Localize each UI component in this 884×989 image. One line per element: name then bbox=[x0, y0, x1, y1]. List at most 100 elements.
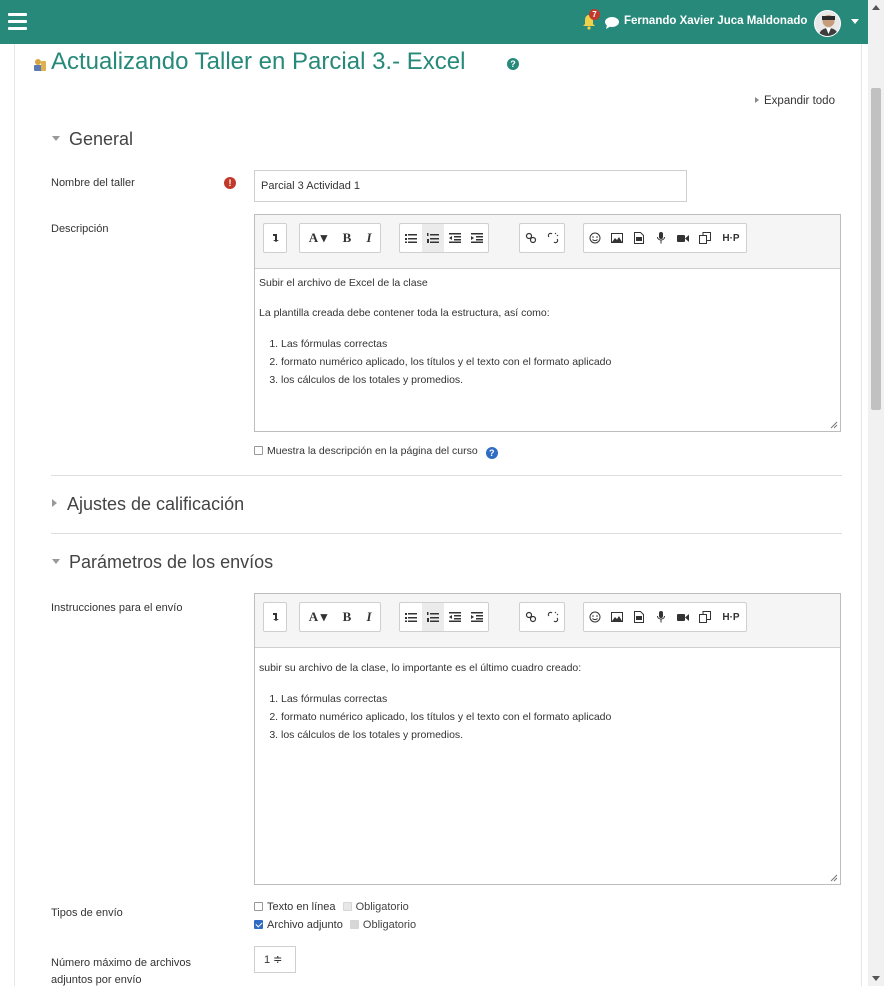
microphone-icon[interactable] bbox=[650, 603, 672, 631]
attachment-label: Archivo adjunto bbox=[267, 919, 343, 931]
section-submission-header[interactable]: Parámetros de los envíos bbox=[52, 552, 273, 573]
unordered-list-icon[interactable] bbox=[400, 603, 422, 631]
scroll-up-icon[interactable] bbox=[872, 5, 880, 10]
avatar[interactable] bbox=[814, 10, 841, 37]
h5p-button[interactable]: H·P bbox=[716, 603, 746, 631]
ordered-list-icon[interactable] bbox=[422, 224, 444, 252]
instructions-label: Instrucciones para el envío bbox=[51, 602, 183, 614]
max-files-select[interactable]: 1 ≑ bbox=[254, 946, 296, 973]
show-more-icon[interactable] bbox=[264, 603, 286, 631]
online-text-required-label: Obligatorio bbox=[355, 901, 409, 913]
link-icon[interactable] bbox=[520, 603, 542, 631]
show-description-row: Muestra la descripción en la página del … bbox=[254, 445, 498, 459]
show-description-checkbox[interactable] bbox=[254, 446, 263, 455]
menu-icon[interactable] bbox=[8, 13, 27, 30]
user-name[interactable]: Fernando Xavier Juca Maldonado bbox=[624, 15, 807, 27]
section-general-title: General bbox=[69, 129, 134, 149]
video-icon[interactable] bbox=[672, 224, 694, 252]
page-title: Actualizando Taller en Parcial 3.- Excel bbox=[51, 48, 466, 75]
manage-files-icon[interactable] bbox=[694, 603, 716, 631]
instructions-lead: subir su archivo de la clase, lo importa… bbox=[259, 662, 582, 674]
attachment-required-label: Obligatorio bbox=[362, 919, 417, 931]
media-file-icon[interactable] bbox=[628, 603, 650, 631]
instructions-editor[interactable]: A ▾ B I H·P subir su archivo de la clase… bbox=[254, 593, 841, 885]
divider bbox=[51, 475, 842, 476]
font-style-button[interactable]: A ▾ bbox=[300, 224, 336, 252]
unlink-icon[interactable] bbox=[542, 224, 564, 252]
outdent-icon[interactable] bbox=[444, 603, 466, 631]
description-lead: La plantilla creada debe contener toda l… bbox=[259, 307, 550, 319]
h5p-button[interactable]: H·P bbox=[716, 224, 746, 252]
show-description-label: Muestra la descripción en la página del … bbox=[267, 445, 478, 457]
emoticon-icon[interactable] bbox=[584, 603, 606, 631]
scroll-down-icon[interactable] bbox=[872, 976, 880, 981]
expand-all-link[interactable]: Expandir todo bbox=[755, 95, 835, 107]
list-item: los cálculos de los totales y promedios. bbox=[281, 371, 836, 389]
section-submission-title: Parámetros de los envíos bbox=[69, 552, 274, 572]
list-item: formato numérico aplicado, los títulos y… bbox=[281, 353, 836, 371]
indent-icon[interactable] bbox=[466, 603, 488, 631]
microphone-icon[interactable] bbox=[650, 224, 672, 252]
help-icon[interactable]: ? bbox=[507, 58, 519, 70]
list-item: los cálculos de los totales y promedios. bbox=[281, 726, 836, 744]
list-item: Las fórmulas correctas bbox=[281, 335, 836, 353]
divider bbox=[51, 533, 842, 534]
caret-right-icon bbox=[52, 499, 57, 507]
media-file-icon[interactable] bbox=[628, 224, 650, 252]
max-files-label-line-1: Número máximo de archivos bbox=[51, 957, 191, 969]
workshop-name-input[interactable] bbox=[254, 170, 687, 202]
toolbar-group-media: H·P bbox=[583, 602, 747, 632]
attachment-checkbox[interactable] bbox=[254, 920, 263, 929]
unordered-list-icon[interactable] bbox=[400, 224, 422, 252]
instructions-content[interactable]: subir su archivo de la clase, lo importa… bbox=[255, 648, 840, 750]
show-more-icon[interactable] bbox=[264, 224, 286, 252]
toolbar-group-lists bbox=[399, 602, 489, 632]
manage-files-icon[interactable] bbox=[694, 224, 716, 252]
online-text-required-checkbox bbox=[342, 902, 352, 911]
page-border-left bbox=[14, 44, 15, 986]
required-icon: ! bbox=[224, 177, 236, 189]
description-content[interactable]: Subir el archivo de Excel de la clase La… bbox=[255, 269, 840, 395]
chat-icon[interactable] bbox=[604, 16, 620, 29]
editor-toolbar: A ▾ B I H·P bbox=[255, 215, 840, 269]
scroll-thumb[interactable] bbox=[871, 88, 881, 410]
toolbar-group-format: A ▾ B I bbox=[299, 223, 381, 253]
indent-icon[interactable] bbox=[466, 224, 488, 252]
help-icon[interactable]: ? bbox=[485, 447, 498, 459]
online-text-checkbox[interactable] bbox=[254, 902, 263, 911]
toolbar-group-media: H·P bbox=[583, 223, 747, 253]
italic-button[interactable]: I bbox=[358, 603, 380, 631]
description-editor[interactable]: A ▾ B I H·P Subir el archivo de Excel de… bbox=[254, 214, 841, 432]
link-icon[interactable] bbox=[520, 224, 542, 252]
bold-button[interactable]: B bbox=[336, 603, 358, 631]
notification-badge: 7 bbox=[589, 9, 600, 20]
toolbar-group-toggle bbox=[263, 223, 287, 253]
online-text-row: Texto en línea Obligatorio bbox=[254, 901, 409, 913]
page-border-right bbox=[861, 44, 862, 986]
ordered-list-icon[interactable] bbox=[422, 603, 444, 631]
image-icon[interactable] bbox=[606, 224, 628, 252]
outdent-icon[interactable] bbox=[444, 224, 466, 252]
italic-button[interactable]: I bbox=[358, 224, 380, 252]
description-list: Las fórmulas correctas formato numérico … bbox=[281, 335, 836, 389]
toolbar-group-links bbox=[519, 223, 565, 253]
video-icon[interactable] bbox=[672, 603, 694, 631]
caret-right-icon bbox=[755, 97, 759, 103]
emoticon-icon[interactable] bbox=[584, 224, 606, 252]
editor-toolbar: A ▾ B I H·P bbox=[255, 594, 840, 648]
image-icon[interactable] bbox=[606, 603, 628, 631]
bold-button[interactable]: B bbox=[336, 224, 358, 252]
section-general-header[interactable]: General bbox=[52, 129, 133, 150]
submission-types-label: Tipos de envío bbox=[51, 907, 123, 919]
toolbar-group-lists bbox=[399, 223, 489, 253]
top-navbar: 7 Fernando Xavier Juca Maldonado bbox=[0, 0, 868, 44]
attachment-row: Archivo adjunto Obligatorio bbox=[254, 919, 416, 931]
section-grading-header[interactable]: Ajustes de calificación bbox=[52, 494, 244, 515]
chevron-down-icon[interactable] bbox=[851, 19, 859, 24]
font-style-button[interactable]: A ▾ bbox=[300, 603, 336, 631]
unlink-icon[interactable] bbox=[542, 603, 564, 631]
section-grading-title: Ajustes de calificación bbox=[67, 494, 245, 514]
resize-handle-icon[interactable] bbox=[830, 421, 838, 429]
scrollbar[interactable] bbox=[868, 0, 884, 986]
resize-handle-icon[interactable] bbox=[830, 874, 838, 882]
